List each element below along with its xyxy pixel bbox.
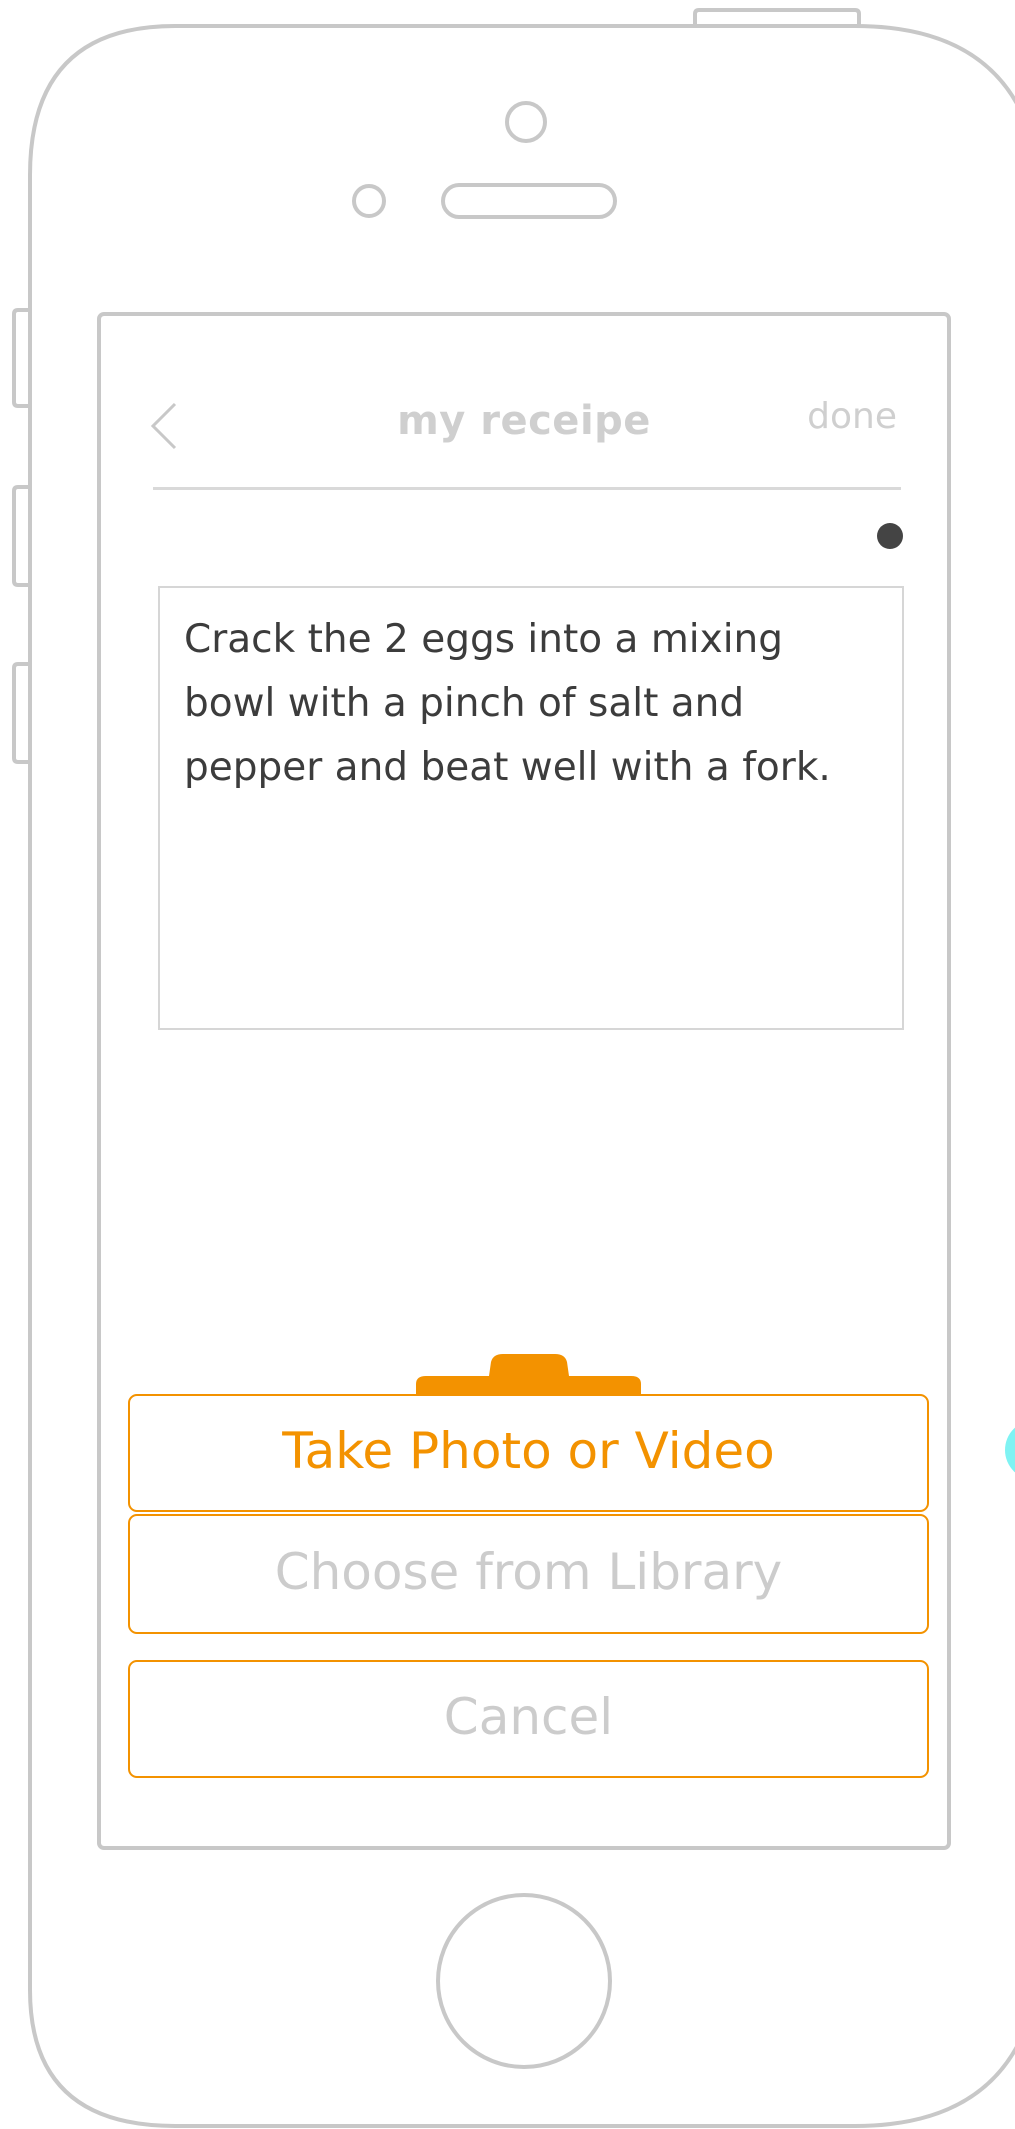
choose-library-button[interactable]: Choose from Library: [128, 1514, 929, 1634]
power-button: [693, 8, 861, 26]
camera-tab-icon: [416, 1354, 641, 1398]
cancel-button[interactable]: Cancel: [128, 1660, 929, 1778]
volume-down-button: [12, 662, 30, 764]
screen: my receipe done Crack the 2 eggs into a …: [101, 316, 947, 1846]
sensor: [352, 184, 386, 218]
take-photo-button[interactable]: Take Photo or Video: [128, 1394, 929, 1512]
home-button[interactable]: [436, 1893, 612, 2069]
volume-up-button: [12, 485, 30, 587]
phone-mockup: my receipe done Crack the 2 eggs into a …: [0, 0, 1015, 2129]
speaker-grille: [441, 183, 617, 219]
front-camera: [505, 101, 547, 143]
mute-switch: [12, 308, 30, 408]
